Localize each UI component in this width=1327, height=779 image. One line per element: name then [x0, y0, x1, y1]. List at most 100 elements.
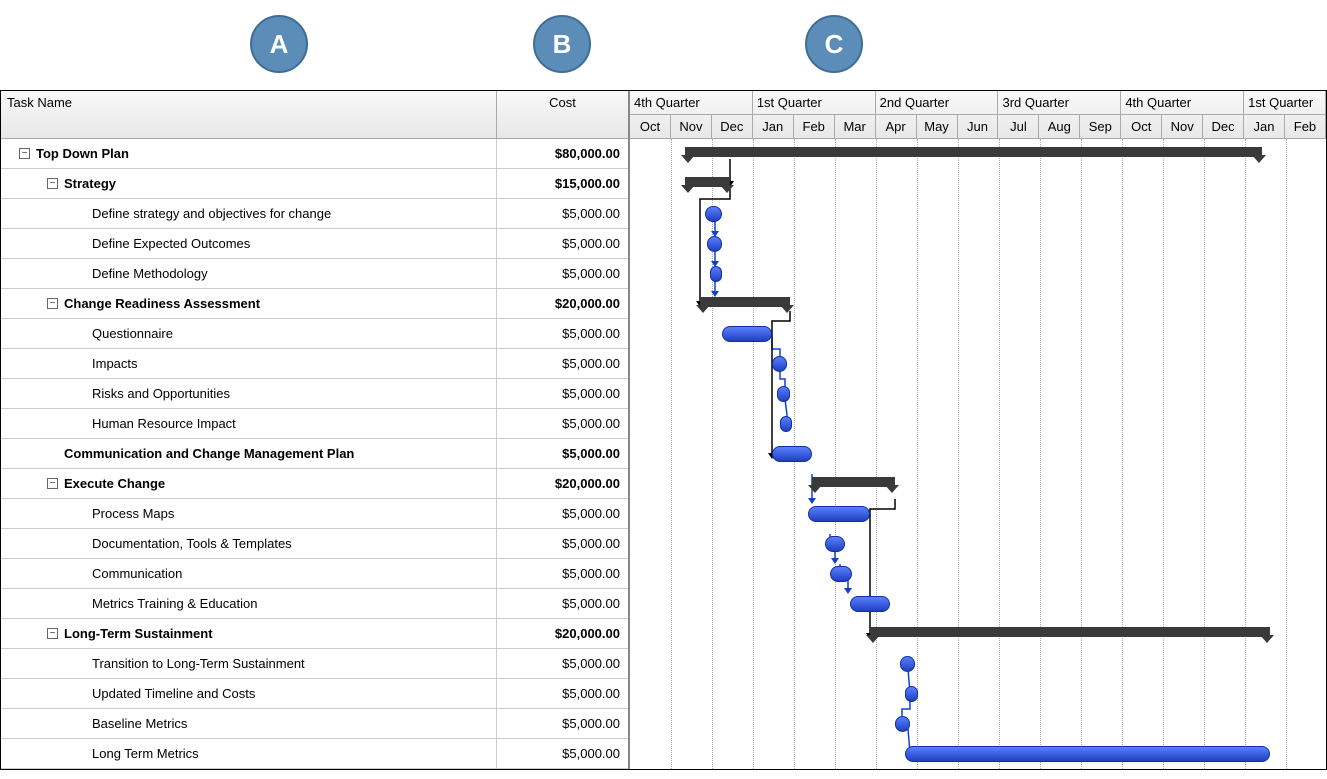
- table-row[interactable]: −Top Down Plan$80,000.00: [1, 139, 628, 169]
- task-name-label: Updated Timeline and Costs: [92, 686, 255, 701]
- table-row[interactable]: Transition to Long-Term Sustainment$5,00…: [1, 649, 628, 679]
- task-name-label: Communication: [92, 566, 182, 581]
- task-cost-label: $5,000.00: [497, 716, 628, 731]
- table-row[interactable]: −Change Readiness Assessment$20,000.00: [1, 289, 628, 319]
- month-cell: Aug: [1039, 115, 1080, 138]
- timeline-body[interactable]: [630, 139, 1326, 769]
- task-name-label: Define strategy and objectives for chang…: [92, 206, 331, 221]
- task-name-label: Human Resource Impact: [92, 416, 236, 431]
- table-row[interactable]: Questionnaire $5,000.00: [1, 319, 628, 349]
- collapse-icon[interactable]: −: [47, 178, 58, 189]
- task-bar[interactable]: [710, 266, 722, 282]
- quarter-cell: 1st Quarter: [753, 91, 876, 114]
- task-name-label: Communication and Change Management Plan: [64, 446, 354, 461]
- table-row[interactable]: Risks and Opportunities$5,000.00: [1, 379, 628, 409]
- task-bar[interactable]: [830, 566, 852, 582]
- task-bar[interactable]: [772, 356, 787, 372]
- task-name-label: Long-Term Sustainment: [64, 626, 213, 641]
- summary-bar[interactable]: [870, 627, 1270, 637]
- table-row[interactable]: −Long-Term Sustainment $20,000.00: [1, 619, 628, 649]
- summary-bar[interactable]: [685, 177, 730, 187]
- task-bar[interactable]: [900, 656, 915, 672]
- month-cell: Sep: [1080, 115, 1121, 138]
- task-cost-label: $5,000.00: [497, 446, 628, 461]
- task-cost-label: $5,000.00: [497, 596, 628, 611]
- task-bar[interactable]: [722, 326, 772, 342]
- task-bar[interactable]: [905, 746, 1270, 762]
- month-cell: May: [917, 115, 958, 138]
- collapse-icon[interactable]: −: [47, 298, 58, 309]
- summary-bar[interactable]: [700, 297, 790, 307]
- task-bar[interactable]: [905, 686, 918, 702]
- task-name-label: Define Expected Outcomes: [92, 236, 250, 251]
- collapse-icon[interactable]: −: [47, 478, 58, 489]
- table-row[interactable]: Documentation, Tools & Templates$5,000.0…: [1, 529, 628, 559]
- month-row: OctNovDecJanFebMarAprMayJunJulAugSepOctN…: [630, 115, 1326, 138]
- task-bar[interactable]: [772, 446, 812, 462]
- table-row[interactable]: Updated Timeline and Costs $5,000.00: [1, 679, 628, 709]
- month-cell: Apr: [876, 115, 917, 138]
- table-row[interactable]: Communication $5,000.00: [1, 559, 628, 589]
- task-bar[interactable]: [705, 206, 722, 222]
- collapse-icon[interactable]: −: [47, 628, 58, 639]
- annotation-a: A: [250, 15, 308, 73]
- task-name-label: Questionnaire: [92, 326, 173, 341]
- table-row[interactable]: Impacts $5,000.00: [1, 349, 628, 379]
- task-bar[interactable]: [707, 236, 722, 252]
- task-name-label: Metrics Training & Education: [92, 596, 257, 611]
- task-cost-label: $5,000.00: [497, 686, 628, 701]
- table-row[interactable]: Long Term Metrics$5,000.00: [1, 739, 628, 769]
- task-name-label: Define Methodology: [92, 266, 208, 281]
- month-cell: Nov: [671, 115, 712, 138]
- task-bar[interactable]: [780, 416, 792, 432]
- table-row[interactable]: Human Resource Impact $5,000.00: [1, 409, 628, 439]
- annotation-layer: A B C: [0, 0, 1327, 90]
- quarter-cell: 2nd Quarter: [876, 91, 999, 114]
- table-row[interactable]: Define strategy and objectives for chang…: [1, 199, 628, 229]
- month-cell: Feb: [1285, 115, 1326, 138]
- month-cell: Feb: [794, 115, 835, 138]
- task-name-label: Top Down Plan: [36, 146, 129, 161]
- gantt-bars: [630, 139, 1326, 769]
- task-cost-label: $5,000.00: [497, 416, 628, 431]
- table-row[interactable]: Define Expected Outcomes$5,000.00: [1, 229, 628, 259]
- table-row[interactable]: −Strategy$15,000.00: [1, 169, 628, 199]
- month-cell: Oct: [630, 115, 671, 138]
- task-cost-label: $5,000.00: [497, 656, 628, 671]
- task-rows-container: −Top Down Plan$80,000.00−Strategy$15,000…: [1, 139, 628, 769]
- table-row[interactable]: Baseline Metrics$5,000.00: [1, 709, 628, 739]
- task-cost-label: $20,000.00: [497, 296, 628, 311]
- task-cost-label: $5,000.00: [497, 356, 628, 371]
- annotation-b: B: [533, 15, 591, 73]
- month-cell: Dec: [712, 115, 753, 138]
- task-name-label: Impacts: [92, 356, 138, 371]
- month-cell: Mar: [835, 115, 876, 138]
- gantt-view: Task Name Cost −Top Down Plan$80,000.00−…: [0, 90, 1327, 770]
- task-name-label: Long Term Metrics: [92, 746, 199, 761]
- month-cell: Jan: [1244, 115, 1285, 138]
- task-cost-label: $5,000.00: [497, 536, 628, 551]
- table-row[interactable]: Communication and Change Management Plan…: [1, 439, 628, 469]
- month-cell: Nov: [1162, 115, 1203, 138]
- summary-bar[interactable]: [812, 477, 895, 487]
- task-cost-label: $20,000.00: [497, 626, 628, 641]
- header-cost[interactable]: Cost: [497, 91, 628, 138]
- table-row[interactable]: Process Maps$5,000.00: [1, 499, 628, 529]
- task-bar[interactable]: [808, 506, 870, 522]
- task-bar[interactable]: [895, 716, 910, 732]
- task-cost-label: $5,000.00: [497, 326, 628, 341]
- task-cost-label: $5,000.00: [497, 386, 628, 401]
- task-bar[interactable]: [850, 596, 890, 612]
- task-bar[interactable]: [777, 386, 790, 402]
- table-row[interactable]: −Execute Change$20,000.00: [1, 469, 628, 499]
- task-cost-label: $20,000.00: [497, 476, 628, 491]
- table-row[interactable]: Metrics Training & Education $5,000.00: [1, 589, 628, 619]
- header-task-name[interactable]: Task Name: [1, 91, 497, 138]
- task-cost-label: $5,000.00: [497, 566, 628, 581]
- task-table: Task Name Cost −Top Down Plan$80,000.00−…: [1, 91, 630, 769]
- collapse-icon[interactable]: −: [19, 148, 30, 159]
- summary-bar[interactable]: [685, 147, 1262, 157]
- quarter-cell: 4th Quarter: [1121, 91, 1244, 114]
- table-row[interactable]: Define Methodology$5,000.00: [1, 259, 628, 289]
- task-bar[interactable]: [825, 536, 845, 552]
